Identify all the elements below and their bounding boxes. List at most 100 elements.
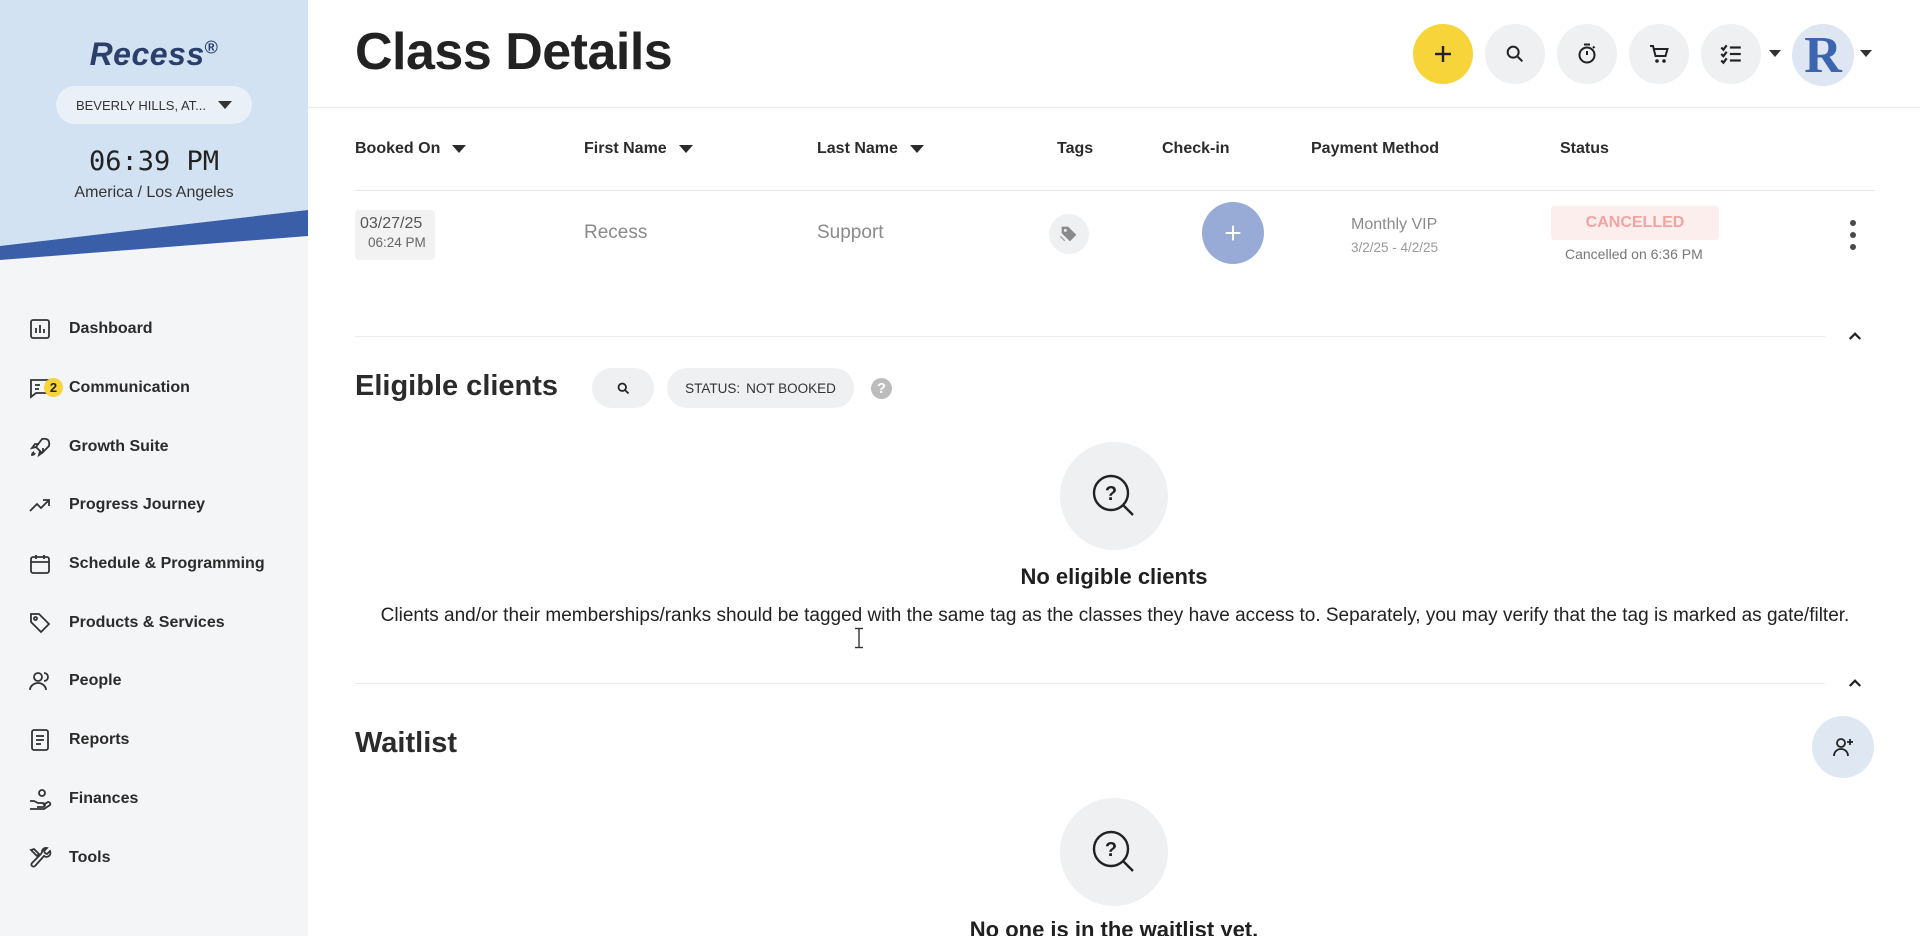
status-filter-key: STATUS: [685,380,741,396]
timezone-label: America / Los Angeles [74,184,234,201]
column-check-in: Check-in [1162,140,1230,157]
bar-chart-icon [28,317,52,341]
booked-on-cell: 03/27/25 06:24 PM [355,210,435,260]
column-tags: Tags [1057,140,1094,157]
sidebar-item-label: Growth Suite [69,437,169,455]
report-icon [28,728,52,752]
tools-icon [28,846,52,870]
avatar[interactable]: R [1792,24,1854,86]
chevron-up-icon [1848,679,1862,687]
help-icon[interactable]: ? [871,378,892,399]
no-results-icon: ? [1060,442,1168,550]
location-selector[interactable]: BEVERLY HILLS, AT... [56,86,252,124]
search-icon [1506,45,1524,63]
last-name-cell[interactable]: Support [817,222,884,244]
column-status: Status [1560,140,1609,157]
people-icon [28,669,52,693]
chevron-down-icon [218,101,233,109]
sidebar-item-label: Communication [69,379,190,397]
sidebar-item-label: Finances [69,789,139,807]
cart-icon [1650,45,1669,63]
bookings-table-header: Booked On First Name Last Name Tags Chec… [355,140,1875,170]
tasks-button[interactable] [1701,24,1761,84]
sidebar-item-people[interactable]: People [0,652,308,711]
status-filter-value: NOT BOOKED [746,380,836,396]
tasks-dropdown-caret[interactable] [1769,50,1781,57]
table-row: 03/27/25 06:24 PM Recess Support Monthly… [355,190,1875,276]
status-badge: CANCELLED [1551,206,1719,240]
sidebar-item-finances[interactable]: Finances [0,770,308,829]
dot [1850,232,1856,238]
sidebar-item-dashboard[interactable]: Dashboard [0,300,308,359]
timer-button[interactable] [1557,24,1617,84]
sidebar-item-products[interactable]: Products & Services [0,593,308,652]
add-person-icon [1833,738,1853,757]
main-content: Class Details R Booked On First Name Las… [308,0,1920,936]
sort-caret-icon [678,145,693,153]
booked-time: 06:24 PM [368,235,426,250]
eligible-clients-title: Eligible clients [355,370,559,402]
sidebar-item-label: Reports [69,731,130,749]
header-divider [308,107,1920,108]
tag-icon [1059,226,1077,242]
sidebar-item-growth-suite[interactable]: Growth Suite [0,417,308,476]
sidebar-item-label: Progress Journey [69,496,206,514]
sidebar-item-label: People [69,672,122,690]
booked-date: 03/27/25 [360,215,423,232]
column-last-name[interactable]: Last Name [817,140,924,158]
row-menu-button[interactable] [1847,220,1859,250]
column-payment-method: Payment Method [1311,140,1440,157]
collapse-eligible-button[interactable] [1844,672,1866,694]
empty-state-description: Clients and/or their memberships/ranks s… [380,605,1850,626]
add-button[interactable] [1413,24,1473,84]
search-icon [617,382,629,394]
status-filter[interactable]: STATUS: NOT BOOKED [667,368,854,408]
header-wave-decoration [0,210,308,270]
notification-badge: 2 [44,377,63,397]
sidebar-item-communication[interactable]: 2 Communication [0,359,308,418]
clock-time: 06:39 PM [88,146,220,177]
sidebar: Recess® BEVERLY HILLS, AT... 06:39 PM Am… [0,0,308,936]
page-title: Class Details [355,23,673,81]
checklist-icon [1720,44,1741,65]
waitlist-empty-title: No one is in the waitlist yet. [969,917,1259,936]
sidebar-item-schedule[interactable]: Schedule & Programming [0,535,308,594]
column-booked-on[interactable]: Booked On [355,140,467,158]
payment-period: 3/2/25 - 4/2/25 [1351,240,1439,255]
dot [1850,244,1856,250]
sidebar-item-label: Dashboard [69,320,153,338]
first-name-cell[interactable]: Recess [584,222,647,244]
section-divider [355,336,1825,337]
logo[interactable]: Recess® [0,36,308,73]
hand-coins-icon [28,787,52,811]
sidebar-nav: Dashboard 2 Communication Growth Suite P… [0,300,308,887]
account-dropdown-caret[interactable] [1860,50,1872,57]
sidebar-item-label: Tools [69,848,111,866]
sidebar-item-label: Schedule & Programming [69,555,265,573]
text-cursor-icon [855,627,863,649]
location-label: BEVERLY HILLS, AT... [75,97,207,113]
plus-icon [1225,225,1241,241]
dot [1850,220,1856,226]
sort-caret-icon [909,145,924,153]
chevron-up-icon [1848,332,1862,340]
eligible-search-button[interactable] [592,368,654,408]
stopwatch-icon [1578,43,1596,64]
sidebar-item-label: Products & Services [69,613,225,631]
sidebar-header: Recess® BEVERLY HILLS, AT... 06:39 PM Am… [0,0,308,270]
calendar-icon [28,552,52,576]
check-in-button[interactable] [1202,202,1264,264]
collapse-bookings-button[interactable] [1844,325,1866,347]
cart-button[interactable] [1629,24,1689,84]
tags-button[interactable] [1049,214,1089,254]
section-divider [355,683,1825,684]
search-button[interactable] [1485,24,1545,84]
sidebar-item-reports[interactable]: Reports [0,711,308,770]
add-to-waitlist-button[interactable] [1812,716,1874,778]
no-results-icon: ? [1060,798,1168,906]
tag-icon [28,611,52,635]
column-first-name[interactable]: First Name [584,140,693,158]
svg-text:?: ? [1105,483,1117,505]
sidebar-item-tools[interactable]: Tools [0,828,308,887]
sidebar-item-progress-journey[interactable]: Progress Journey [0,476,308,535]
